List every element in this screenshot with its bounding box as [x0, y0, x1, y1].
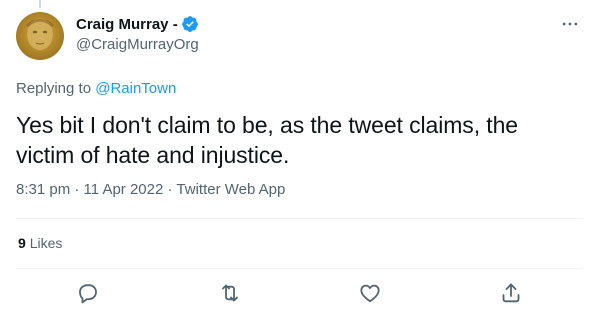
- tweet-text: Yes bit I don't claim to be, as the twee…: [16, 112, 518, 168]
- tweet-detail: Craig Murray - @CraigMurrayOrg Replying …: [0, 0, 598, 317]
- like-icon: [360, 284, 380, 303]
- avatar[interactable]: [16, 12, 64, 60]
- reply-context-prefix: Replying to: [16, 80, 92, 97]
- action-bar: [0, 281, 598, 307]
- divider: [16, 268, 582, 269]
- retweet-icon: [222, 284, 238, 302]
- likes-count: 9: [18, 235, 26, 251]
- divider: [16, 218, 582, 219]
- likes-label: Likes: [29, 235, 63, 251]
- author-handle[interactable]: @CraigMurrayOrg: [76, 36, 199, 53]
- reply-context: Replying to @RainTown: [16, 80, 176, 97]
- verified-badge-icon: [181, 15, 199, 33]
- meta-separator: ·: [163, 181, 177, 198]
- tweet-metadata: 8:31 pm · 11 Apr 2022 · Twitter Web App: [16, 181, 285, 198]
- retweet-button[interactable]: [218, 281, 242, 305]
- share-icon: [502, 283, 520, 303]
- author-display-name[interactable]: Craig Murray -: [76, 16, 178, 33]
- tweet-time[interactable]: 8:31 pm: [16, 181, 70, 198]
- author-block: Craig Murray - @CraigMurrayOrg: [76, 14, 199, 54]
- thread-connector-line: [39, 0, 41, 8]
- like-button[interactable]: [358, 281, 382, 305]
- tweet-date[interactable]: 11 Apr 2022: [84, 181, 164, 198]
- likes-stat[interactable]: 9 Likes: [18, 235, 62, 251]
- reply-mention-link[interactable]: @RainTown: [95, 80, 176, 97]
- share-button[interactable]: [499, 281, 523, 305]
- tweet-source[interactable]: Twitter Web App: [176, 181, 285, 198]
- reply-icon: [79, 284, 97, 304]
- meta-separator: ·: [70, 181, 84, 198]
- reply-button[interactable]: [76, 281, 100, 305]
- more-icon[interactable]: [560, 14, 580, 34]
